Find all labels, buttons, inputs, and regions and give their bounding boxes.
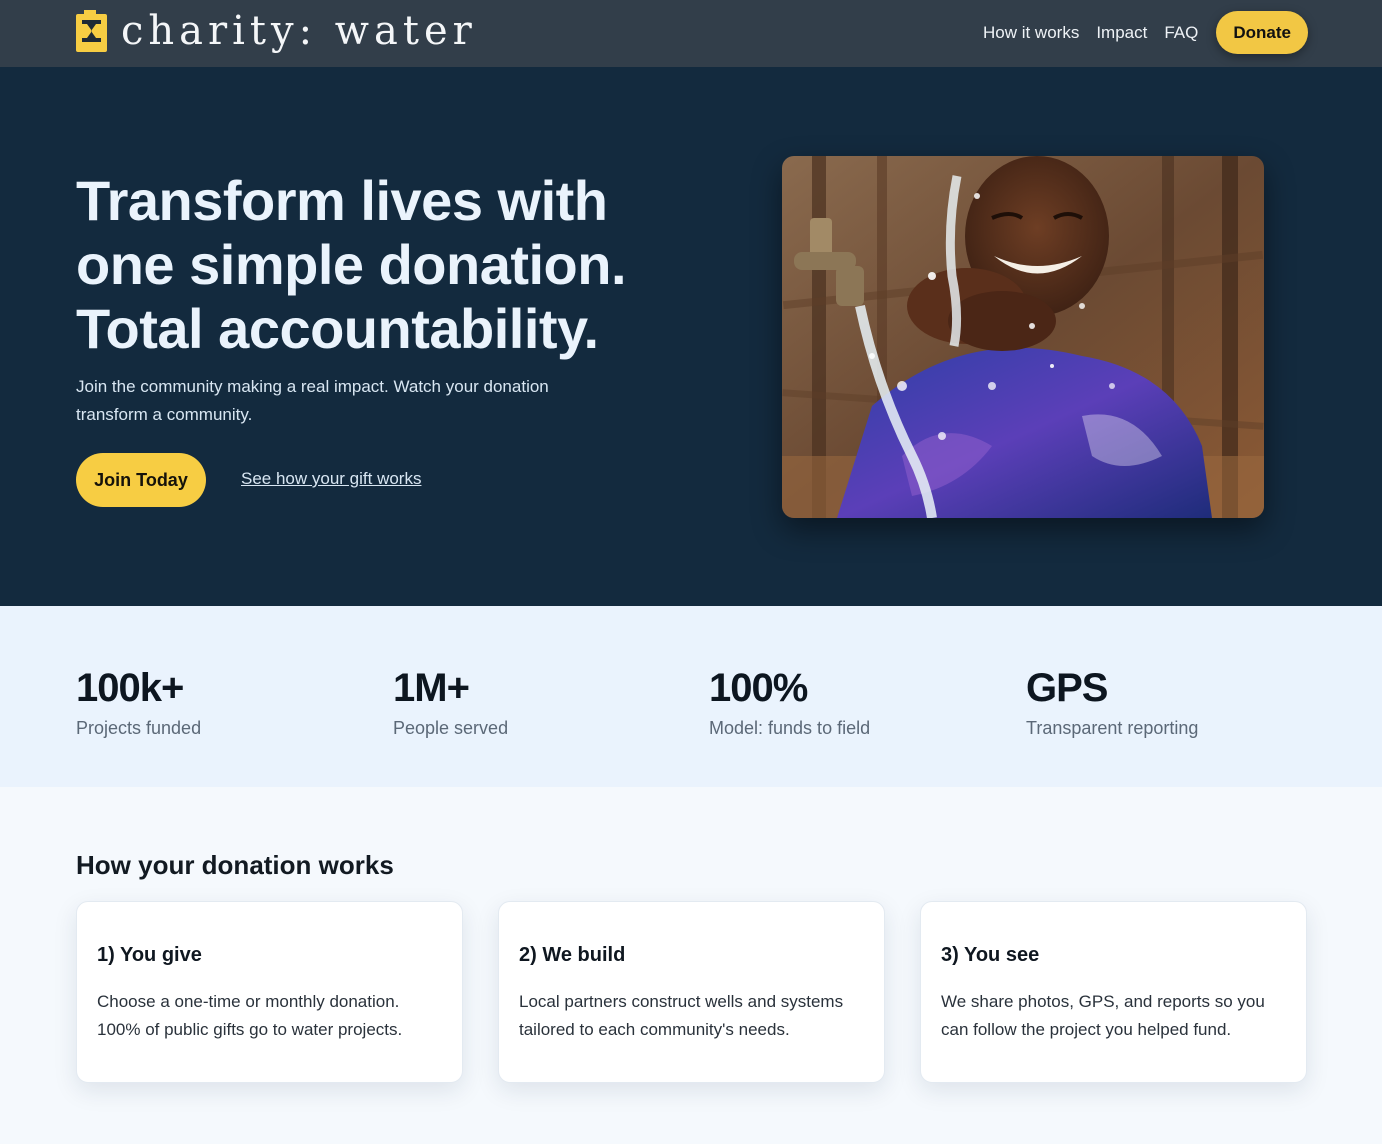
- stat-transparent-reporting: GPS Transparent reporting: [1026, 666, 1198, 739]
- join-today-button[interactable]: Join Today: [76, 453, 206, 507]
- nav-link-how-it-works[interactable]: How it works: [983, 23, 1079, 43]
- stat-people-served: 1M+ People served: [393, 666, 508, 739]
- how-it-works-section: How your donation works 1) You give Choo…: [0, 787, 1382, 1144]
- section-title: How your donation works: [76, 850, 394, 880]
- step-description: We share photos, GPS, and reports so you…: [941, 992, 1265, 1039]
- hero-subtitle: Join the community making a real impact.…: [76, 377, 549, 424]
- stat-label: Projects funded: [76, 718, 202, 738]
- stat-value: 100%: [709, 666, 808, 710]
- main-nav: How it works Impact FAQ Donate: [983, 11, 1308, 54]
- brand-name: charity: water: [121, 8, 477, 54]
- step-card-we-build: 2) We build Local partners construct wel…: [498, 901, 885, 1083]
- stat-value: GPS: [1026, 666, 1108, 710]
- step-description: Choose a one-time or monthly donation. 1…: [97, 992, 403, 1039]
- stat-value: 1M+: [393, 666, 470, 710]
- step-title: 1) You give: [97, 944, 202, 966]
- hero-section: Transform lives with one simple donation…: [0, 67, 1382, 606]
- brand-logo[interactable]: charity: water: [76, 10, 477, 52]
- stat-label: Model: funds to field: [709, 718, 871, 738]
- stat-projects-funded: 100k+ Projects funded: [76, 666, 201, 739]
- stats-section: 100k+ Projects funded 1M+ People served …: [0, 606, 1382, 787]
- step-card-you-see: 3) You see We share photos, GPS, and rep…: [920, 901, 1307, 1083]
- stat-label: People served: [393, 718, 509, 738]
- donate-button[interactable]: Donate: [1216, 11, 1308, 54]
- child-with-water-image: [782, 156, 1264, 518]
- hero-photo: [782, 156, 1264, 518]
- nav-link-faq[interactable]: FAQ: [1164, 23, 1198, 43]
- nav-link-impact[interactable]: Impact: [1096, 23, 1147, 43]
- step-title: 2) We build: [519, 944, 626, 966]
- step-card-you-give: 1) You give Choose a one-time or monthly…: [76, 901, 463, 1083]
- top-navigation-bar: charity: water How it works Impact FAQ D…: [0, 0, 1382, 67]
- see-how-gift-works-link[interactable]: See how your gift works: [241, 469, 421, 489]
- stat-funds-to-field: 100% Model: funds to field: [709, 666, 870, 739]
- hero-title: Transform lives with one simple donation…: [76, 169, 627, 360]
- stat-value: 100k+: [76, 666, 184, 710]
- jerry-can-icon: [76, 10, 107, 52]
- step-title: 3) You see: [941, 944, 1040, 966]
- step-description: Local partners construct wells and syste…: [519, 992, 844, 1039]
- stat-label: Transparent reporting: [1026, 718, 1199, 738]
